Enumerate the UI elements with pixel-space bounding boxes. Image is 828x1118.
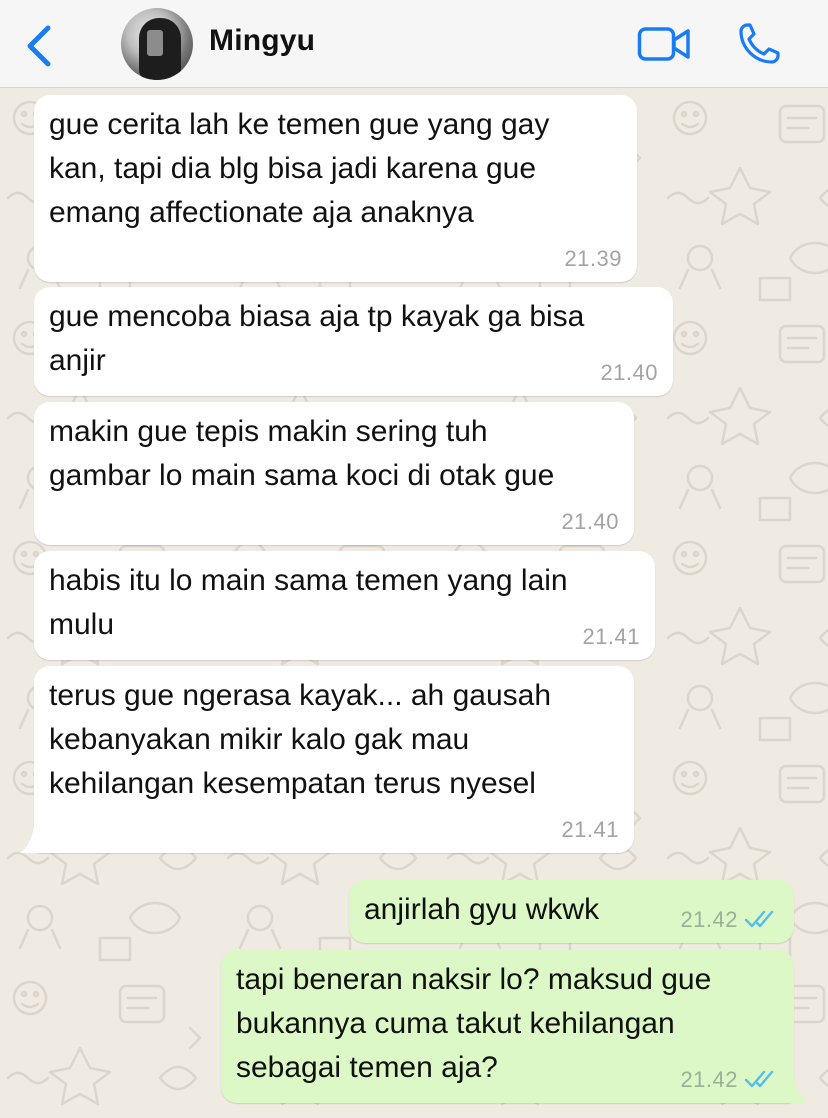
message-time: 21.41: [561, 817, 619, 842]
bubble-tail: [782, 1077, 808, 1103]
incoming-message[interactable]: gue cerita lah ke temen gue yang gay kan…: [34, 95, 637, 282]
message-text: anjirlah gyu wkwk: [364, 893, 600, 926]
outgoing-message[interactable]: anjirlah gyu wkwk 21.42: [349, 880, 794, 943]
video-call-button[interactable]: [637, 26, 691, 62]
read-receipt-icon: [744, 910, 774, 928]
contact-name[interactable]: Mingyu: [209, 24, 315, 58]
phone-icon: [739, 23, 780, 64]
message-time: 21.40: [561, 509, 619, 534]
outgoing-message[interactable]: tapi beneran naksir lo? maksud gue bukan…: [221, 950, 794, 1103]
message-text: gue mencoba biasa aja tp kayak ga bisa a…: [49, 300, 585, 377]
incoming-message[interactable]: makin gue tepis makin sering tuh gambar …: [34, 402, 634, 545]
incoming-message[interactable]: habis itu lo main sama temen yang lain m…: [34, 551, 655, 660]
message-text: terus gue ngerasa kayak... ah gausah keb…: [49, 679, 552, 800]
message-text: gue cerita lah ke temen gue yang gay kan…: [49, 108, 550, 229]
chat-area[interactable]: gue cerita lah ke temen gue yang gay kan…: [0, 88, 828, 1118]
back-button[interactable]: [22, 24, 56, 68]
read-receipt-icon: [744, 1070, 774, 1088]
video-camera-icon: [637, 27, 690, 61]
message-time: 21.42: [680, 907, 738, 932]
voice-call-button[interactable]: [737, 22, 781, 66]
bubble-tail: [20, 827, 46, 853]
message-time: 21.40: [600, 360, 658, 385]
message-time: 21.41: [582, 624, 640, 649]
message-time: 21.39: [564, 246, 622, 271]
message-text: habis itu lo main sama temen yang lain m…: [49, 564, 568, 641]
chevron-left-icon: [27, 25, 51, 67]
message-text: makin gue tepis makin sering tuh gambar …: [49, 415, 555, 492]
contact-avatar[interactable]: [121, 8, 193, 80]
message-time: 21.42: [680, 1067, 738, 1092]
chat-header: Mingyu: [0, 0, 828, 88]
incoming-message[interactable]: gue mencoba biasa aja tp kayak ga bisa a…: [34, 287, 673, 396]
message-text: tapi beneran naksir lo? maksud gue bukan…: [236, 963, 712, 1084]
incoming-message[interactable]: terus gue ngerasa kayak... ah gausah keb…: [34, 666, 634, 853]
